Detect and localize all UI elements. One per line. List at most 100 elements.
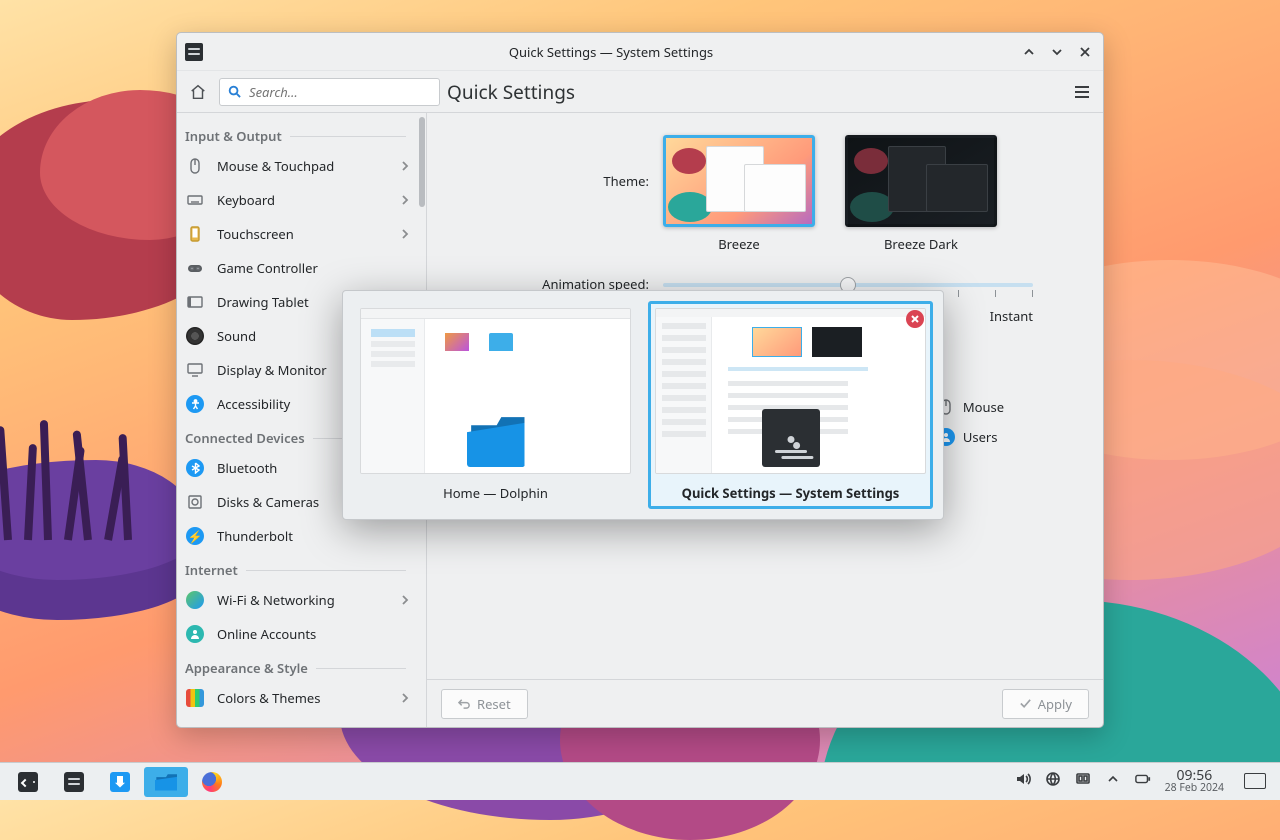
globe-icon[interactable] [1045,771,1061,791]
taskbar-panel[interactable]: 09:56 28 Feb 2024 [0,762,1280,800]
touchscreen-icon [185,224,205,244]
search-field[interactable] [247,82,431,102]
theme-option-breeze[interactable]: Breeze [663,135,815,253]
taskbar-dolphin[interactable] [144,767,188,797]
theme-name: Breeze [718,235,760,253]
display-icon [185,360,205,380]
sidebar-group-header: Appearance & Style [177,651,418,681]
chevron-right-icon [400,591,410,609]
sidebar-group-header: Input & Output [177,119,418,149]
sidebar-item-label: Bluetooth [217,459,277,477]
clock[interactable]: 09:56 28 Feb 2024 [1165,769,1224,795]
sidebar-item-touchscreen[interactable]: Touchscreen [177,217,418,251]
apply-label: Apply [1038,695,1072,713]
page-title: Quick Settings [427,71,1103,113]
settings-icon [185,43,203,61]
sidebar-item-label: Drawing Tablet [217,293,309,311]
sidebar-item-label: Thunderbolt [217,527,293,545]
sidebar-item-online-accounts[interactable]: Online Accounts [177,617,418,651]
network-icon[interactable] [1075,771,1091,791]
check-icon [1019,697,1032,710]
taskbar-discover[interactable] [98,767,142,797]
sidebar-item-label: Accessibility [217,395,290,413]
gamepad-icon [185,258,205,278]
sidebar-item-keyboard[interactable]: Keyboard [177,183,418,217]
switcher-item-dolphin[interactable]: Home — Dolphin [353,301,638,509]
sidebar-item-label: Online Accounts [217,625,316,643]
switcher-label: Home — Dolphin [443,484,548,502]
sidebar-item-label: Keyboard [217,191,275,209]
dolphin-icon [155,771,177,793]
switcher-label: Quick Settings — System Settings [682,484,900,502]
theme-thumbnail [663,135,815,227]
sidebar-item-label: Wi-Fi & Networking [217,591,335,609]
disks-icon [185,492,205,512]
sidebar-item-label: Colors & Themes [217,689,320,707]
chevron-right-icon [400,157,410,175]
switcher-close-button[interactable] [906,310,924,328]
sound-icon [185,326,205,346]
tablet-icon [185,292,205,312]
reset-label: Reset [477,695,511,713]
colors-icon [185,688,205,708]
theme-option-breeze-dark[interactable]: Breeze Dark [845,135,997,253]
chevron-right-icon [400,191,410,209]
reset-button[interactable]: Reset [441,689,528,719]
firefox-icon [201,771,223,793]
quick-link-users[interactable]: Users [937,428,1077,446]
link-label: Mouse [963,398,1004,416]
audio-volume-icon[interactable] [1015,771,1031,791]
switcher-thumbnail [360,308,631,474]
switcher-item-settings[interactable]: Quick Settings — System Settings [648,301,933,509]
sidebar-item-mouse-touchpad[interactable]: Mouse & Touchpad [177,149,418,183]
footer: Reset Apply [427,679,1103,727]
sidebar-item-game-controller[interactable]: Game Controller [177,251,418,285]
sidebar-item-label: Mouse & Touchpad [217,157,334,175]
maximize-button[interactable] [1047,42,1067,62]
system-settings-icon [63,771,85,793]
sidebar-item-wi-fi-networking[interactable]: Wi-Fi & Networking [177,583,418,617]
accounts-icon [185,624,205,644]
discover-icon [109,771,131,793]
speed-max-label: Instant [990,307,1033,325]
sidebar-item-label: Disks & Cameras [217,493,319,511]
wallpaper-grass [0,420,180,540]
theme-thumbnail [845,135,997,227]
mouse-icon [185,156,205,176]
quick-link-mouse[interactable]: Mouse [937,398,1077,416]
search-input[interactable] [219,78,440,106]
home-button[interactable] [185,78,211,106]
system-tray: 09:56 28 Feb 2024 [1015,769,1274,795]
undo-icon [458,697,471,710]
thunderbolt-icon: ⚡ [185,526,205,546]
link-label: Users [963,428,998,446]
sidebar-item-thunderbolt[interactable]: ⚡ Thunderbolt [177,519,418,553]
sidebar-item-colors-themes[interactable]: Colors & Themes [177,681,418,715]
chevron-right-icon [400,689,410,707]
task-switcher[interactable]: Home — Dolphin Quick Settings — System S… [342,290,944,520]
clock-date: 28 Feb 2024 [1165,783,1224,794]
chevron-right-icon [400,225,410,243]
apply-button[interactable]: Apply [1002,689,1089,719]
tray-chevron-icon[interactable] [1105,771,1121,791]
wifi-icon [185,590,205,610]
battery-icon[interactable] [1135,771,1151,791]
window-title: Quick Settings — System Settings [211,43,1011,61]
sidebar-item-label: Sound [217,327,256,345]
close-button[interactable] [1075,42,1095,62]
minimize-button[interactable] [1019,42,1039,62]
show-desktop-button[interactable] [1244,773,1266,789]
taskbar-firefox[interactable] [190,767,234,797]
taskbar-system-settings[interactable] [52,767,96,797]
search-icon [228,85,241,98]
taskbar-app-launcher[interactable] [6,767,50,797]
app-launcher-icon [17,771,39,793]
keyboard-icon [185,190,205,210]
switcher-thumbnail [655,308,926,474]
theme-label: Theme: [453,135,663,190]
theme-name: Breeze Dark [884,235,958,253]
bluetooth-icon [185,458,205,478]
sidebar-item-label: Game Controller [217,259,318,277]
titlebar[interactable]: Quick Settings — System Settings [177,33,1103,71]
sidebar-item-label: Display & Monitor [217,361,327,379]
